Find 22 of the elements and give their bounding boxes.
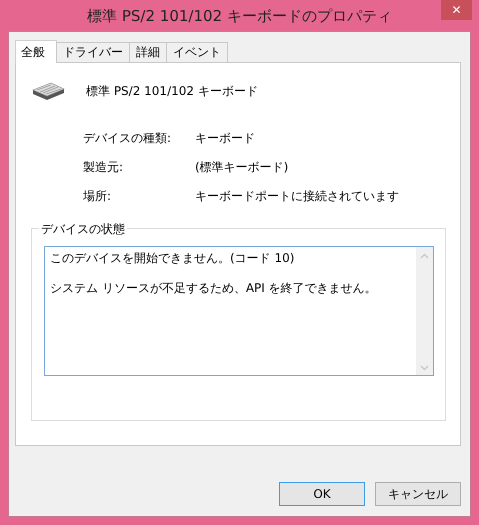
group-title: デバイスの状態 (39, 221, 127, 238)
status-message: このデバイスを開始できません。(コード 10) (50, 250, 296, 267)
device-name: 標準 PS/2 101/102 キーボード (86, 82, 258, 100)
property-label: 製造元: (83, 159, 124, 176)
tab[interactable]: ドライバー (56, 42, 130, 62)
tab[interactable]: 全般 (15, 40, 57, 63)
keyboard-icon (31, 81, 65, 101)
ok-button[interactable]: OK (279, 482, 365, 506)
scroll-down-icon[interactable] (420, 365, 429, 371)
scroll-up-icon[interactable] (420, 253, 429, 259)
cancel-button[interactable]: キャンセル (375, 482, 461, 506)
property-label: 場所: (83, 188, 112, 205)
property-value: キーボード (195, 130, 256, 147)
property-value: (標準キーボード) (195, 159, 290, 176)
window-title: 標準 PS/2 101/102 キーボードのプロパティ (87, 7, 392, 26)
status-text-box[interactable]: このデバイスを開始できません。(コード 10) システム リソースが不足するため、API を終了できません。 (44, 246, 434, 376)
scrollbar[interactable] (416, 247, 433, 375)
status-message: システム リソースが不足するため、API を終了できません。 (50, 280, 378, 297)
close-button[interactable]: ✕ (441, 0, 472, 20)
property-value: キーボードポートに接続されています (195, 188, 400, 205)
tab[interactable]: イベント (166, 42, 228, 62)
property-label: デバイスの種類: (83, 130, 172, 147)
